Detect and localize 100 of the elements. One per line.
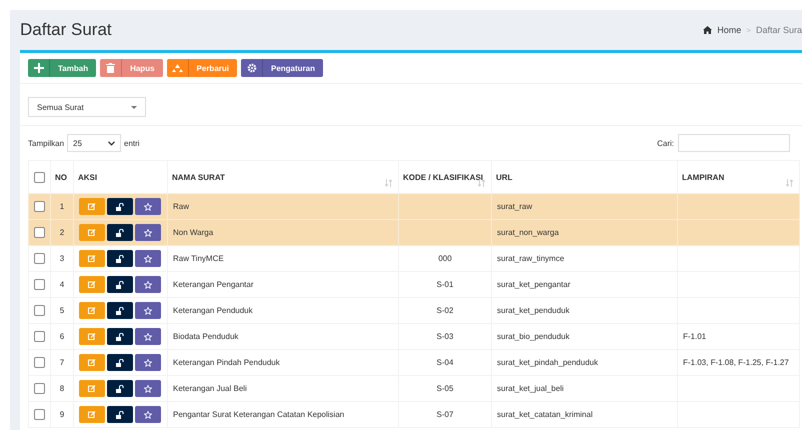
table-cell: surat_ket_penduduk: [492, 298, 678, 324]
edit-icon: [88, 333, 96, 340]
table-cell: 8: [50, 376, 74, 402]
row-checkbox[interactable]: [34, 383, 45, 394]
unlock-button[interactable]: [107, 198, 133, 215]
star-icon: [144, 384, 152, 392]
unlock-button[interactable]: [107, 302, 133, 319]
home-icon: [703, 26, 712, 34]
table-cell: surat_non_warga: [492, 220, 678, 246]
favorite-button[interactable]: [135, 328, 161, 345]
edit-icon: [88, 229, 96, 236]
edit-icon: [88, 359, 96, 366]
row-checkbox[interactable]: [34, 305, 45, 316]
star-icon: [144, 228, 152, 236]
row-checkbox[interactable]: [34, 201, 45, 212]
table-cell: surat_raw_tinymce: [492, 246, 678, 272]
table-cell: 7: [50, 350, 74, 376]
table-cell: Raw TinyMCE: [168, 246, 398, 272]
table-cell: Pengantar Surat Keterangan Catatan Kepolisian: [168, 402, 398, 428]
table-cell: Biodata Penduduk: [168, 324, 398, 350]
table-cell: surat_ket_jual_beli: [492, 376, 678, 402]
padlock-icon: [116, 410, 124, 418]
column-header[interactable]: NAMA SURAT: [168, 160, 398, 194]
breadcrumb-separator: >: [746, 26, 751, 34]
gear-icon: [246, 63, 256, 73]
favorite-button[interactable]: [135, 198, 161, 215]
breadcrumb-link[interactable]: Home: [717, 25, 742, 35]
padlock-icon: [116, 332, 124, 340]
table-cell: S-07: [398, 402, 492, 428]
edit-icon: [88, 307, 96, 314]
unlock-button[interactable]: [107, 224, 133, 241]
unlock-button[interactable]: [107, 276, 133, 293]
star-icon: [144, 306, 152, 314]
edit-icon: [88, 203, 96, 210]
star-icon: [144, 202, 152, 210]
table-cell: S-04: [398, 350, 492, 376]
table-cell: 000: [398, 246, 492, 272]
star-icon: [144, 410, 152, 418]
row-checkbox[interactable]: [34, 357, 45, 368]
row-checkbox[interactable]: [34, 279, 45, 290]
favorite-button[interactable]: [135, 302, 161, 319]
edit-icon: [88, 255, 96, 262]
padlock-icon: [116, 280, 124, 288]
favorite-button[interactable]: [135, 276, 161, 293]
padlock-icon: [116, 306, 124, 314]
edit-icon: [88, 411, 96, 418]
table-cell: surat_ket_pengantar: [492, 272, 678, 298]
padlock-icon: [116, 358, 124, 366]
row-checkbox[interactable]: [34, 409, 45, 420]
table-cell: 5: [50, 298, 74, 324]
table-cell: Keterangan Penduduk: [168, 298, 398, 324]
plus-icon: [34, 63, 44, 73]
select-all-checkbox[interactable]: [34, 172, 45, 182]
padlock-icon: [116, 202, 124, 210]
table-cell: Raw: [168, 194, 398, 220]
edit-icon: [88, 281, 96, 288]
table-cell: 2: [50, 220, 74, 246]
unlock-button[interactable]: [107, 380, 133, 397]
row-checkbox[interactable]: [34, 331, 45, 342]
star-icon: [144, 280, 152, 288]
filter-dropdown[interactable]: Semua Surat: [28, 97, 146, 117]
star-icon: [144, 358, 152, 366]
search-field[interactable]: [678, 134, 790, 152]
length-dropdown[interactable]: 25: [67, 134, 122, 152]
padlock-icon: [116, 254, 124, 262]
settings-button[interactable]: Pengaturan: [241, 59, 324, 77]
favorite-button[interactable]: [135, 354, 161, 371]
length-label: Tampilkan: [28, 138, 64, 148]
table-cell: Keterangan Pindah Penduduk: [168, 350, 398, 376]
row-checkbox[interactable]: [34, 253, 45, 264]
table-cell: S-02: [398, 298, 492, 324]
star-icon: [144, 332, 152, 340]
unlock-button[interactable]: [107, 354, 133, 371]
column-header[interactable]: LAMPIRAN: [678, 160, 800, 194]
table-cell: 4: [50, 272, 74, 298]
favorite-button[interactable]: [135, 380, 161, 397]
favorite-button[interactable]: [135, 250, 161, 267]
sort-icon[interactable]: [478, 179, 485, 187]
padlock-icon: [116, 384, 124, 392]
unlock-button[interactable]: [107, 406, 133, 423]
table-cell: F-1.03, F-1.08, F-1.25, F-1.27: [678, 350, 800, 376]
unlock-button[interactable]: [107, 250, 133, 267]
favorite-button[interactable]: [135, 224, 161, 241]
table-cell: S-03: [398, 324, 492, 350]
table-cell: surat_raw: [492, 194, 678, 220]
unlock-button[interactable]: [107, 328, 133, 345]
table-cell: Non Warga: [168, 220, 398, 246]
star-icon: [144, 254, 152, 262]
length-label: entri: [124, 138, 140, 148]
table-cell: Keterangan Jual Beli: [168, 376, 398, 402]
table-cell: surat_ket_pindah_penduduk: [492, 350, 678, 376]
breadcrumb-link[interactable]: Daftar Sura: [756, 25, 802, 35]
row-checkbox[interactable]: [34, 227, 45, 238]
table-cell: surat_ket_catatan_kriminal: [492, 402, 678, 428]
padlock-icon: [116, 228, 124, 236]
favorite-button[interactable]: [135, 406, 161, 423]
table-cell: Keterangan Pengantar: [168, 272, 398, 298]
table-cell: S-01: [398, 272, 492, 298]
table-cell: surat_bio_penduduk: [492, 324, 678, 350]
table-cell: 1: [50, 194, 74, 220]
